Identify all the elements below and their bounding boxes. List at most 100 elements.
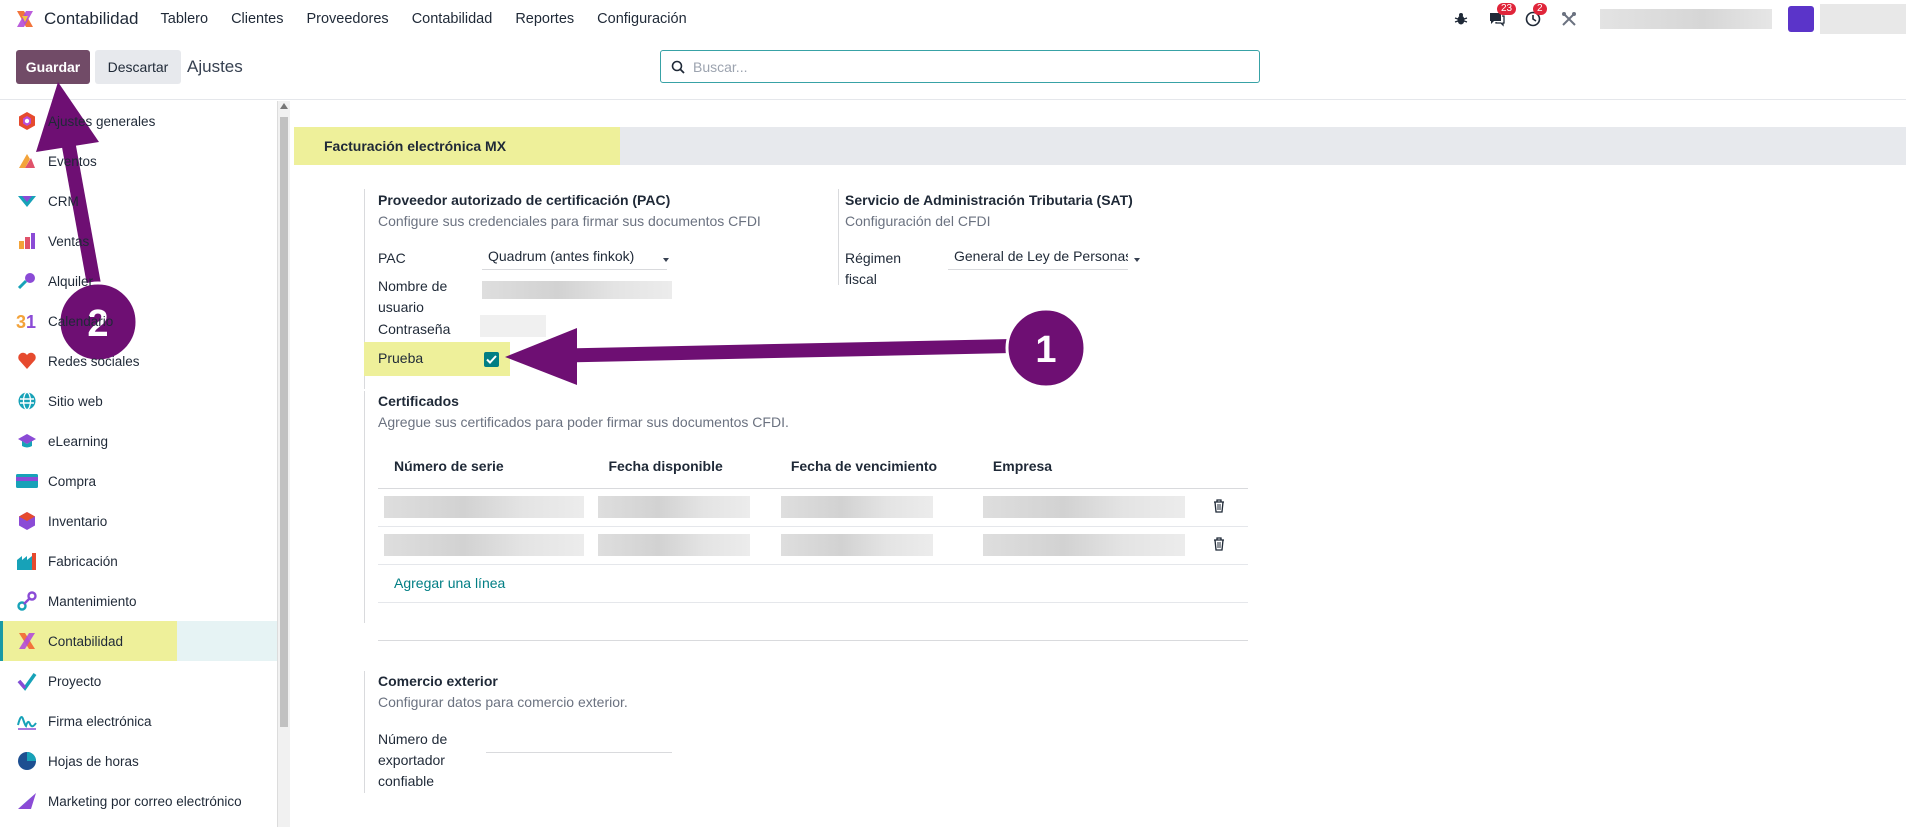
menu-proveedores[interactable]: Proveedores (306, 11, 388, 27)
table-row[interactable] (378, 526, 1248, 565)
sidebar-item-label: Firma electrónica (48, 713, 152, 729)
sidebar-item-label: Mantenimiento (48, 593, 137, 609)
sidebar-item-label: Fabricación (48, 553, 118, 569)
column-serial[interactable]: Número de serie (378, 445, 593, 489)
certificates-title: Certificados (378, 393, 459, 409)
messages-badge: 23 (1497, 3, 1517, 15)
menu-configuracion[interactable]: Configuración (597, 11, 686, 27)
check-icon (486, 355, 497, 364)
foreign-trade-title: Comercio exterior (378, 673, 498, 689)
settings-sidebar: Ajustes generales Eventos CRM Ventas Alq… (0, 101, 278, 827)
menu-tablero[interactable]: Tablero (161, 11, 209, 27)
sidebar-item-ajustes-generales[interactable]: Ajustes generales (0, 101, 277, 141)
sidebar-item-email-marketing[interactable]: Marketing por correo electrónico (0, 781, 277, 821)
calendar-icon: 31 (16, 310, 38, 332)
username-input[interactable] (482, 281, 672, 299)
column-available-date[interactable]: Fecha disponible (592, 445, 775, 489)
expiry-date-cell[interactable] (780, 496, 933, 518)
sidebar-item-ventas[interactable]: Ventas (0, 221, 277, 261)
scroll-thumb[interactable] (280, 117, 288, 727)
available-date-cell[interactable] (598, 496, 751, 518)
sidebar-item-crm[interactable]: CRM (0, 181, 277, 221)
settings-hexagon-icon (16, 110, 38, 132)
serial-cell[interactable] (384, 534, 584, 556)
company-switcher[interactable] (1600, 9, 1772, 29)
password-label: Contraseña (378, 321, 451, 337)
column-expiry-date[interactable]: Fecha de vencimiento (774, 445, 977, 489)
available-date-cell[interactable] (598, 534, 751, 556)
clock-icon[interactable]: 2 (1522, 3, 1547, 30)
sidebar-item-calendario[interactable]: 31 Calendario (0, 301, 277, 341)
sidebar-item-contabilidad[interactable]: Contabilidad (0, 621, 277, 661)
company-cell[interactable] (982, 534, 1185, 556)
purchase-icon (16, 470, 38, 492)
password-input[interactable] (480, 315, 546, 337)
sales-icon (16, 230, 38, 252)
discard-button[interactable]: Descartar (95, 50, 181, 84)
menu-reportes[interactable]: Reportes (515, 11, 574, 27)
sidebar-item-firma-electronica[interactable]: Firma electrónica (0, 701, 277, 741)
accounting-app-icon[interactable] (14, 8, 36, 30)
column-actions (1184, 445, 1248, 489)
serial-cell[interactable] (384, 496, 584, 518)
sidebar-item-compra[interactable]: Compra (0, 461, 277, 501)
pac-select[interactable]: Quadrum (antes finkok) (482, 248, 667, 270)
sidebar-item-label: Calendario (48, 313, 114, 329)
sidebar-item-proyecto[interactable]: Proyecto (0, 661, 277, 701)
exporter-input[interactable] (486, 731, 672, 753)
sidebar-item-label: Marketing por correo electrónico (48, 793, 242, 809)
sidebar-item-alquiler[interactable]: Alquiler (0, 261, 277, 301)
svg-text:3: 3 (16, 312, 26, 331)
avatar[interactable] (1788, 6, 1814, 32)
sidebar-item-label: Contabilidad (48, 633, 124, 649)
sidebar-item-label: Ajustes generales (48, 113, 156, 129)
expiry-date-cell[interactable] (780, 534, 933, 556)
sidebar-item-label: eLearning (48, 433, 109, 449)
rental-icon (16, 270, 38, 292)
sidebar-item-label: Redes sociales (48, 353, 140, 369)
sidebar-item-fabricacion[interactable]: Fabricación (0, 541, 277, 581)
column-company[interactable]: Empresa (976, 445, 1185, 489)
user-menu[interactable] (1820, 4, 1906, 34)
pac-label: PAC (378, 250, 406, 266)
bug-icon[interactable] (1450, 8, 1472, 30)
sidebar-item-elearning[interactable]: eLearning (0, 421, 277, 461)
scroll-up-icon[interactable] (280, 103, 288, 109)
sidebar-scrollbar[interactable] (278, 101, 290, 827)
inventory-box-icon (16, 510, 38, 532)
sidebar-item-mantenimiento[interactable]: Mantenimiento (0, 581, 277, 621)
test-label: Prueba (378, 350, 424, 366)
test-checkbox[interactable] (484, 352, 499, 367)
table-row[interactable] (378, 488, 1248, 527)
sidebar-item-label: Alquiler (48, 273, 94, 289)
sidebar-item-label: CRM (48, 193, 79, 209)
tools-icon[interactable] (1558, 8, 1580, 30)
save-button[interactable]: Guardar (16, 50, 90, 84)
sidebar-item-label: Proyecto (48, 673, 102, 689)
trash-icon[interactable] (1213, 536, 1225, 551)
sidebar-item-redes-sociales[interactable]: Redes sociales (0, 341, 277, 381)
timesheet-icon (16, 750, 38, 772)
maintenance-icon (16, 590, 38, 612)
menu-clientes[interactable]: Clientes (231, 11, 283, 27)
control-panel: Guardar Descartar Ajustes (0, 38, 1906, 100)
table-header-row: Número de serie Fecha disponible Fecha d… (378, 445, 1248, 489)
manufacturing-icon (16, 550, 38, 572)
website-icon (16, 390, 38, 412)
trash-icon[interactable] (1213, 498, 1225, 513)
sidebar-item-eventos[interactable]: Eventos (0, 141, 277, 181)
chat-icon[interactable]: 23 (1486, 3, 1517, 30)
regime-select[interactable]: General de Ley de Personas (948, 248, 1128, 270)
events-icon (16, 150, 38, 172)
search-input[interactable] (693, 58, 1233, 75)
sidebar-item-hojas-de-horas[interactable]: Hojas de horas (0, 741, 277, 781)
menu-contabilidad[interactable]: Contabilidad (412, 11, 493, 27)
email-marketing-icon (16, 790, 38, 812)
regime-label: Régimen fiscal (845, 250, 902, 287)
sidebar-item-sitio-web[interactable]: Sitio web (0, 381, 277, 421)
add-line-link[interactable]: Agregar una línea (394, 575, 505, 591)
app-name[interactable]: Contabilidad (44, 9, 139, 29)
company-cell[interactable] (982, 496, 1185, 518)
search-box[interactable] (660, 50, 1260, 83)
sidebar-item-inventario[interactable]: Inventario (0, 501, 277, 541)
